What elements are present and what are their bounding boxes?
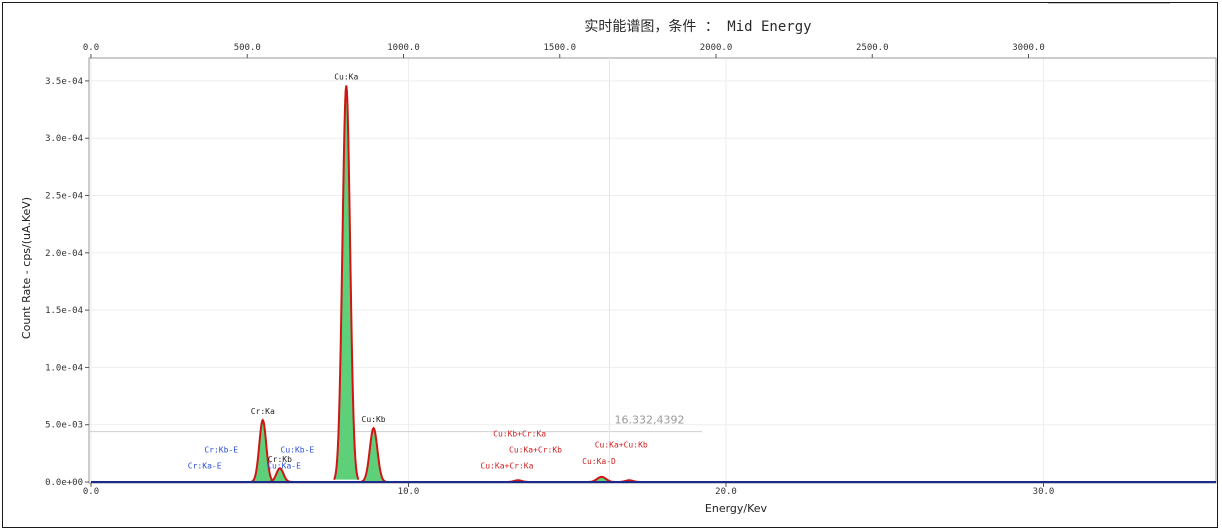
escape-peak-label: Cu:Kb-E [281, 446, 315, 455]
escape-peak-label: Cu:Ka-E [267, 462, 301, 471]
sum-peak-label: Cu:Kb+Cr:Ka [493, 430, 546, 439]
peak-label: Cu:Ka [334, 73, 358, 82]
top-x-tick-label: 3000.0 [1012, 43, 1045, 53]
sum-peak-label: Cu:Ka+Cr:Kb [509, 446, 562, 455]
y-tick-label: 3.0e-04 [45, 134, 83, 144]
x-tick-label: 20.0 [715, 487, 737, 497]
x-tick-label: 0.0 [83, 487, 99, 497]
top-x-tick-label: 1500.0 [543, 43, 576, 53]
spectrum-chart[interactable]: 实时能谱图，条件 ： Mid Energy 0.0 500.0 1000.0 1500… [0, 0, 1222, 532]
peak-area [251, 420, 274, 482]
x-tick-label: 10.0 [398, 487, 420, 497]
y-tick-label: 1.0e-04 [45, 363, 83, 373]
escape-peak-label: Cr:Ka-E [188, 462, 222, 471]
peak-label: Cr:Ka [251, 407, 275, 416]
top-x-tick-label: 1000.0 [387, 43, 420, 53]
peak-area [334, 85, 359, 480]
sum-peak-label: Cu:Ka-D [582, 457, 616, 466]
y-axis-label: Count Rate - cps/(uA.KeV) [20, 197, 33, 339]
top-x-tick-label: 2000.0 [700, 43, 733, 53]
peak-label: Cu:Kb [362, 415, 386, 424]
top-x-tick-label: 2500.0 [856, 43, 889, 53]
y-tick-label: 5.0e-03 [45, 421, 83, 431]
cursor-readout: 16.332,4392 [614, 414, 684, 427]
peak-area [361, 428, 386, 482]
sum-peak-label: Cu:Ka+Cu:Kb [595, 441, 648, 450]
y-tick-label: 2.5e-04 [45, 192, 83, 202]
sum-peak-label: Cu:Ka+Cr:Ka [480, 462, 533, 471]
escape-peak-label: Cr:Kb-E [204, 446, 238, 455]
y-tick-label: 1.5e-04 [45, 306, 83, 316]
top-x-tick-label: 0.0 [83, 43, 99, 53]
chart-title: 实时能谱图，条件 ： Mid Energy [584, 18, 811, 35]
x-axis-label: Energy/Kev [705, 502, 768, 515]
y-tick-label: 3.5e-04 [45, 77, 83, 87]
top-x-tick-label: 500.0 [234, 43, 261, 53]
y-tick-label: 0.0e+00 [45, 478, 83, 488]
y-tick-label: 2.0e-04 [45, 249, 83, 259]
x-tick-label: 30.0 [1033, 487, 1055, 497]
